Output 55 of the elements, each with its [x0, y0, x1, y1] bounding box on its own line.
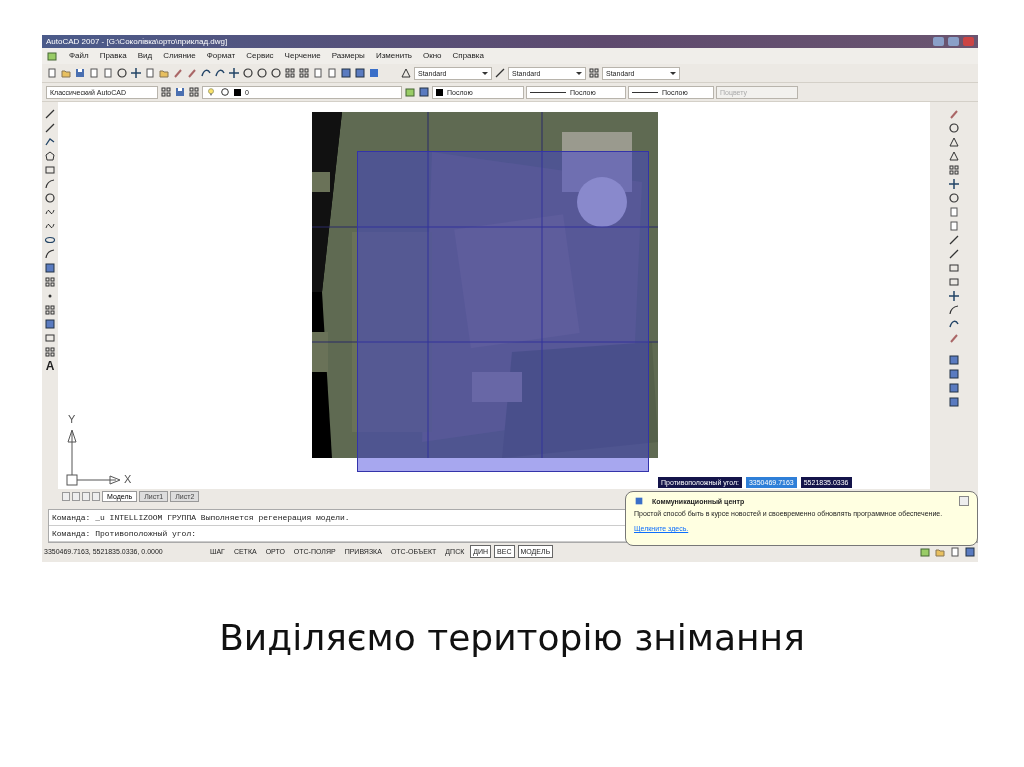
line-sample [632, 91, 658, 93]
menu-item[interactable]: Справка [452, 52, 484, 60]
menu-item[interactable]: Вид [137, 52, 153, 60]
arc-icon[interactable] [948, 304, 960, 316]
circle-icon[interactable] [44, 192, 56, 204]
menu-item[interactable]: Сервис [246, 52, 274, 60]
circle-icon[interactable] [948, 122, 960, 134]
menu-item[interactable]: Правка [99, 52, 127, 60]
close-button[interactable] [959, 496, 969, 506]
menu-item[interactable]: Размеры [331, 52, 365, 60]
cross-icon[interactable] [948, 178, 960, 190]
rectangle-icon[interactable] [44, 164, 56, 176]
new-file-icon[interactable] [46, 67, 58, 79]
line-icon[interactable] [948, 234, 960, 246]
line-icon[interactable] [44, 108, 56, 120]
menu-item[interactable]: Черчение [284, 52, 321, 60]
triangle-icon[interactable] [948, 136, 960, 148]
grid-icon[interactable] [44, 346, 56, 358]
color-swatch [234, 88, 241, 96]
grid-icon[interactable] [44, 276, 56, 288]
arc-icon[interactable] [44, 178, 56, 190]
menu-item[interactable]: Файл [69, 52, 89, 60]
polygon-icon[interactable] [44, 150, 56, 162]
triangle-icon[interactable] [948, 150, 960, 162]
arc-icon[interactable] [44, 248, 56, 260]
page-icon[interactable] [948, 206, 960, 218]
page-icon[interactable] [948, 220, 960, 232]
menu-item[interactable]: Слияние [163, 52, 196, 60]
menu-item[interactable]: Формат [206, 52, 236, 60]
window-title: AutoCAD 2007 - [G:\Соколівка\орто\приклад.dwg] [46, 37, 228, 46]
color-swatch [436, 88, 443, 96]
ellipse-icon[interactable] [44, 234, 56, 246]
line-icon[interactable] [948, 248, 960, 260]
rectangle-icon[interactable] [948, 262, 960, 274]
axis-label: X [124, 474, 132, 485]
menu-item[interactable]: Изменить [375, 52, 412, 60]
rectangle-icon[interactable] [948, 276, 960, 288]
line-icon[interactable] [44, 122, 56, 134]
workspace-save-icon[interactable] [174, 86, 186, 98]
circle-icon[interactable] [948, 192, 960, 204]
menu-item[interactable]: Окно [422, 52, 442, 60]
slide-caption: Виділяємо територію знімання [218, 616, 806, 660]
curve-icon[interactable] [948, 318, 960, 330]
line-sample [530, 91, 566, 93]
rectangle-icon[interactable] [44, 332, 56, 344]
bulb-icon[interactable] [206, 87, 216, 97]
axis-label: Y [68, 414, 76, 425]
text-tool-button[interactable]: A [45, 360, 55, 372]
open-folder-icon[interactable] [60, 67, 72, 79]
polyline-icon[interactable] [44, 136, 56, 148]
cross-icon[interactable] [948, 290, 960, 302]
grid-icon[interactable] [948, 164, 960, 176]
grid-icon[interactable] [44, 304, 56, 316]
ucs-icon [66, 429, 121, 486]
save-icon[interactable] [74, 67, 86, 79]
